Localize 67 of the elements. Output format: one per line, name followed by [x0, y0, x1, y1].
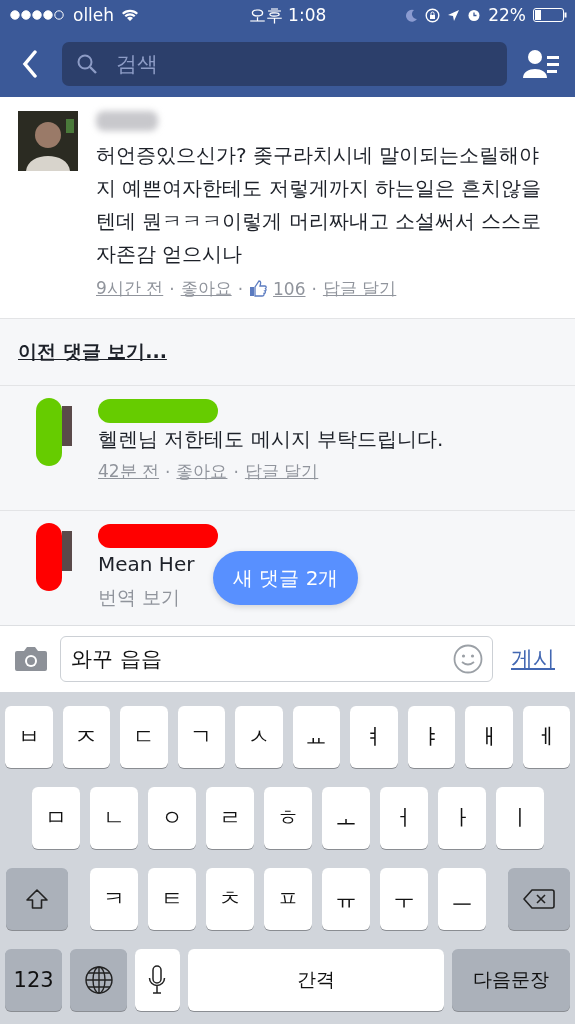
keyboard-key[interactable]: ㅇ — [147, 787, 196, 849]
status-time: 오후 1:08 — [248, 3, 327, 27]
keyboard-key[interactable]: ㄹ — [205, 787, 254, 849]
separator-dot: · — [169, 278, 175, 299]
search-field[interactable]: 검색 — [62, 41, 507, 86]
keyboard-key[interactable]: ㅈ — [62, 706, 110, 768]
post-link[interactable]: 게시 — [505, 644, 561, 674]
keyboard-key[interactable]: ㅊ — [205, 868, 254, 930]
keyboard-key[interactable]: ㅋ — [89, 868, 138, 930]
separator-dot: · — [233, 461, 239, 482]
signal-icon — [10, 10, 66, 20]
keyboard-key[interactable]: ㅐ — [465, 706, 513, 768]
keyboard-key[interactable]: ㅗ — [321, 787, 370, 849]
thumbs-up-icon — [249, 280, 268, 297]
separator-dot: · — [311, 278, 317, 299]
keyboard-key[interactable]: ㅣ — [495, 787, 544, 849]
keyboard-key[interactable]: ㄱ — [177, 706, 225, 768]
comment-text: 허언증있으신가? 좆구라치시네 말이되는소릴해야지 예쁜여자한테도 저렇게까지 하는일은 흔치않을텐데 뭔ㅋㅋㅋ이렇게 머리짜내고 소설써서 스스로 자존감 얻으시나 — [96, 142, 543, 268]
keyboard-key[interactable]: ㅌ — [147, 868, 196, 930]
search-icon — [76, 52, 98, 75]
microphone-icon — [148, 965, 167, 995]
keyboard-key[interactable]: ㅓ — [379, 787, 428, 849]
keyboard-key[interactable]: ㅏ — [437, 787, 486, 849]
shift-icon — [24, 888, 49, 910]
camera-icon — [14, 646, 48, 672]
rotation-lock-icon — [425, 7, 441, 23]
keyboard-key[interactable]: ㅕ — [350, 706, 398, 768]
separator-dot: · — [165, 461, 171, 482]
keyboard-key[interactable]: ㅁ — [31, 787, 80, 849]
keyboard-key[interactable]: ㅜ — [379, 868, 428, 930]
person-list-icon — [523, 47, 561, 80]
camera-button[interactable] — [14, 646, 48, 672]
keyboard-key[interactable]: ㅎ — [263, 787, 312, 849]
alarm-icon — [467, 8, 482, 22]
backspace-key[interactable] — [507, 868, 570, 930]
keyboard-key[interactable]: ㅠ — [321, 868, 370, 930]
moon-icon — [406, 8, 419, 22]
carrier-name: olleh — [73, 5, 115, 25]
keyboard-key[interactable]: ㅔ — [522, 706, 570, 768]
chevron-left-icon — [22, 49, 38, 78]
reply-text: Mean Her — [98, 551, 195, 578]
keyboard-key[interactable]: ㅂ — [5, 706, 53, 768]
location-icon — [447, 8, 461, 22]
keyboard-key[interactable]: ㅅ — [235, 706, 283, 768]
numbers-key[interactable]: 123 — [5, 949, 63, 1011]
keyboard-key[interactable]: ㄴ — [89, 787, 138, 849]
separator-dot: · — [237, 278, 244, 299]
microphone-key[interactable] — [135, 949, 180, 1011]
comment-input-field[interactable]: 와꾸 읍읍 — [60, 636, 493, 682]
keyboard-key[interactable]: ㅛ — [292, 706, 340, 768]
battery-icon — [533, 8, 567, 22]
shift-key[interactable] — [5, 868, 68, 930]
globe-key[interactable] — [70, 949, 128, 1011]
previous-comments-link[interactable]: 이전 댓글 보기... — [18, 340, 167, 362]
smiley-icon[interactable] — [453, 644, 483, 674]
reply-text: 헬렌님 저한테도 메시지 부탁드립니다. — [98, 426, 444, 453]
keyboard-key[interactable]: ㅍ — [263, 868, 312, 930]
battery-percent: 22% — [488, 5, 526, 25]
keyboard-key[interactable]: ㅑ — [407, 706, 455, 768]
wifi-icon — [121, 8, 140, 22]
keyboard-key[interactable]: ㅡ — [437, 868, 486, 930]
backspace-icon — [522, 888, 555, 910]
keyboard-key[interactable]: ㄷ — [120, 706, 168, 768]
space-key[interactable]: 간격 — [187, 949, 444, 1011]
return-key[interactable]: 다음문장 — [451, 949, 570, 1011]
blurred-name — [96, 111, 158, 131]
globe-icon — [83, 965, 114, 995]
